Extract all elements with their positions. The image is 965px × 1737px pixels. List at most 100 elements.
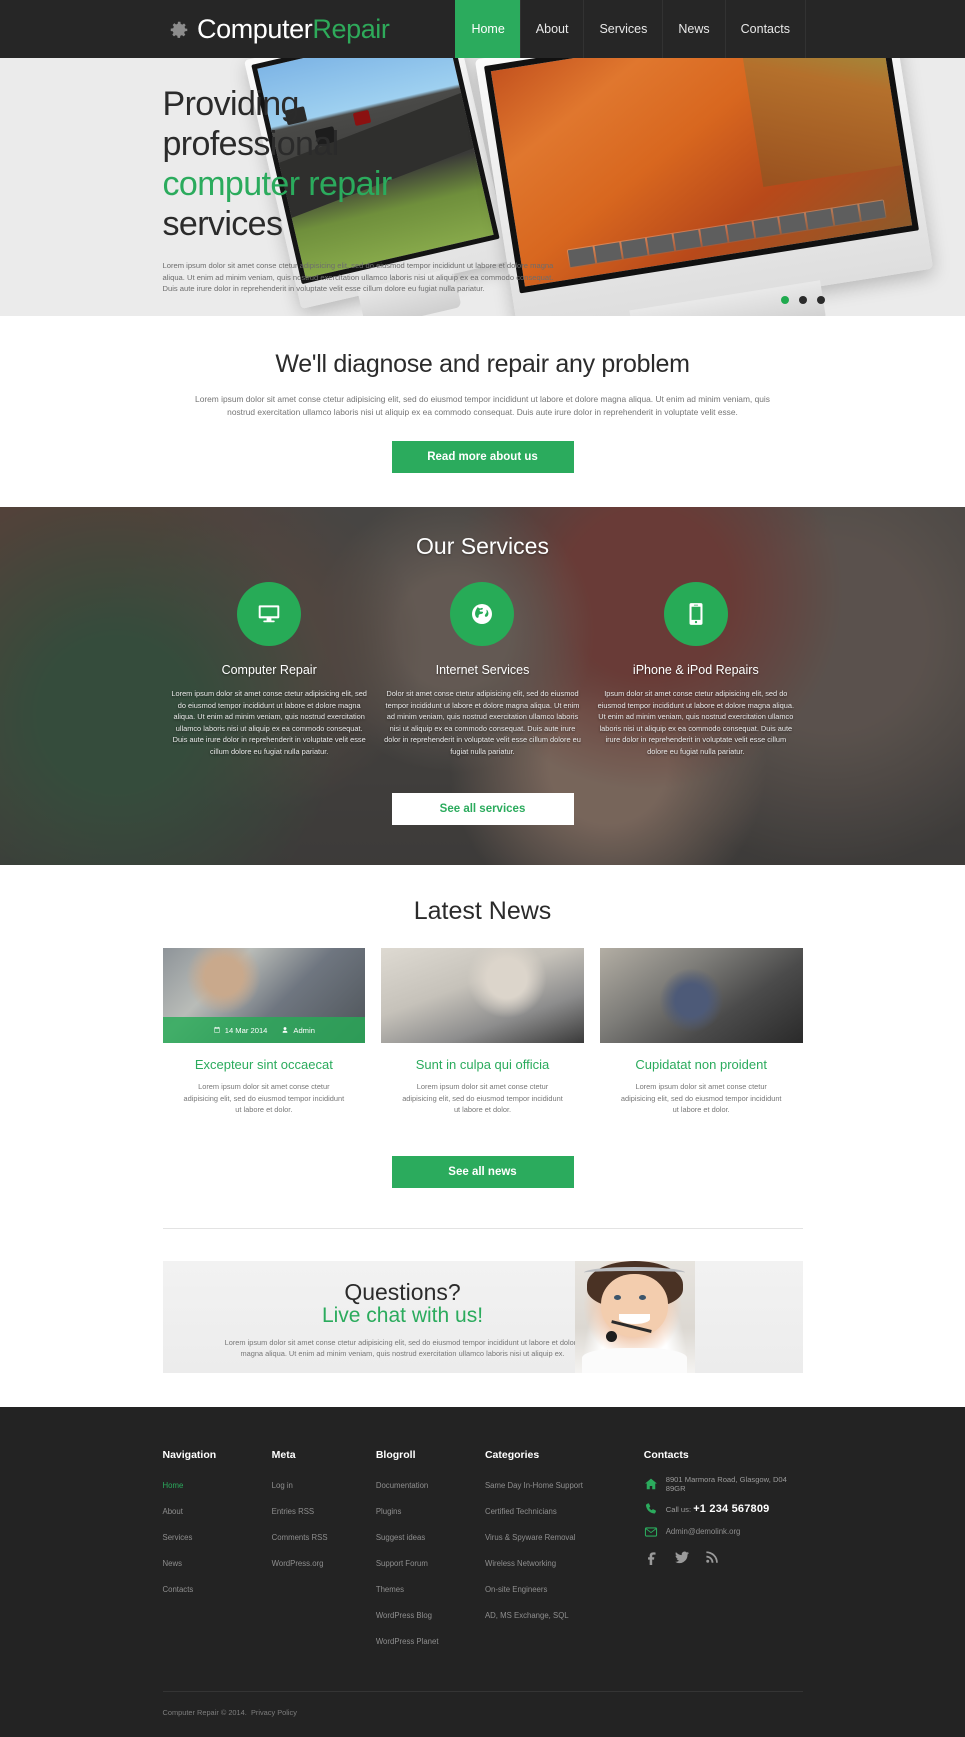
brand-word-2: Repair	[312, 13, 390, 44]
footer-link-wordpress-blog[interactable]: WordPress Blog	[376, 1611, 432, 1620]
user-icon	[283, 1027, 288, 1033]
slider-dot-3[interactable]	[817, 296, 825, 304]
read-more-about-us-button[interactable]: Read more about us	[391, 441, 574, 473]
service-text: Dolor sit amet conse ctetur adipisicing …	[384, 689, 581, 756]
nav-item-about[interactable]: About	[519, 0, 584, 58]
footer-heading: Categories	[484, 1448, 540, 1461]
news-excerpt: Lorem ipsum dolor sit amet conse ctetur …	[620, 1082, 782, 1114]
address-text: 8901 Marmora Road, Glasgow, D04 89GR	[665, 1474, 787, 1493]
footer-link-wordpress-org[interactable]: WordPress.org	[272, 1559, 324, 1568]
footer-link-virus-removal[interactable]: Virus & Spyware Removal	[485, 1533, 575, 1542]
news-date: 14 Mar 2014	[213, 1025, 268, 1035]
news-headline[interactable]: Excepteur sint occaecat	[163, 1057, 366, 1072]
questions-title: Questions?	[344, 1278, 461, 1305]
news-card[interactable]: Cupidatat non proident Lorem ipsum dolor…	[599, 948, 803, 1116]
facebook-icon[interactable]	[644, 1549, 660, 1565]
nav-item-contacts[interactable]: Contacts	[724, 0, 806, 58]
live-chat-banner[interactable]: Questions? Live chat with us! Lorem ipsu…	[162, 1260, 803, 1373]
footer-heading: Meta	[271, 1448, 296, 1461]
nav-item-news[interactable]: News	[662, 0, 724, 58]
see-all-news-button[interactable]: See all news	[391, 1155, 574, 1188]
footer-column-blogroll: Blogroll Documentation Plugins Suggest i…	[376, 1449, 485, 1657]
news-meta-bar: 14 Mar 2014 Admin	[162, 1017, 366, 1043]
service-card-computer-repair[interactable]: Computer Repair Lorem ipsum dolor sit am…	[163, 582, 376, 757]
news-headline[interactable]: Sunt in culpa qui officia	[381, 1057, 584, 1072]
news-thumbnail[interactable]	[599, 948, 803, 1043]
call-us-label: Call us:	[665, 1504, 692, 1514]
news-excerpt: Lorem ipsum dolor sit amet conse ctetur …	[402, 1082, 563, 1114]
brand-word-1: Computer	[197, 13, 313, 44]
hero-line-3: computer repair	[162, 165, 393, 203]
support-agent-photo	[574, 1260, 695, 1373]
footer-link-certified-technicians[interactable]: Certified Technicians	[485, 1507, 557, 1516]
footer-link-documentation[interactable]: Documentation	[376, 1481, 428, 1490]
contact-email: Admin@demolink.org	[644, 1525, 803, 1539]
service-card-iphone-ipod-repairs[interactable]: iPhone & iPod Repairs Ipsum dolor sit am…	[589, 582, 802, 757]
hero-slider: Providing professional computer repair s…	[0, 58, 965, 316]
news-date-text: 14 Mar 2014	[224, 1025, 268, 1035]
slider-dots[interactable]	[781, 296, 825, 304]
gear-icon	[168, 17, 190, 41]
hero-paragraph: Lorem ipsum dolor sit amet conse ctetur …	[162, 261, 554, 293]
footer-link-support-forum[interactable]: Support Forum	[376, 1559, 428, 1568]
service-text: Lorem ipsum dolor sit amet conse ctetur …	[171, 689, 367, 756]
footer-link-contacts[interactable]: Contacts	[163, 1585, 194, 1594]
copyright-text: Computer Repair © 2014.	[162, 1707, 247, 1717]
footer-link-onsite-engineers[interactable]: On-site Engineers	[485, 1585, 547, 1594]
footer-heading: Contacts	[643, 1448, 689, 1461]
footer-bottom-bar: Computer Repair © 2014. Privacy Policy	[162, 1690, 803, 1737]
brand-logo[interactable]: ComputerRepair	[168, 0, 390, 58]
see-all-services-button[interactable]: See all services	[391, 793, 574, 825]
footer-column-navigation: Navigation Home About Services News Cont…	[163, 1449, 272, 1657]
privacy-policy-link[interactable]: Privacy Policy	[251, 1708, 297, 1717]
news-excerpt: Lorem ipsum dolor sit amet conse ctetur …	[183, 1082, 345, 1114]
service-card-internet-services[interactable]: Internet Services Dolor sit amet conse c…	[376, 582, 589, 757]
footer-link-list: Home About Services News Contacts	[163, 1475, 272, 1597]
footer-link-comments-rss[interactable]: Comments RSS	[272, 1533, 328, 1542]
news-thumbnail[interactable]	[381, 948, 584, 1043]
live-chat-paragraph: Lorem ipsum dolor sit amet conse ctetur …	[224, 1337, 581, 1359]
social-links[interactable]	[644, 1549, 803, 1565]
phone-number[interactable]: +1 234 567809	[693, 1503, 769, 1515]
footer-link-login[interactable]: Log in	[272, 1481, 293, 1490]
monitor-icon	[237, 582, 302, 646]
contact-phone: Call us: +1 234 567809	[644, 1502, 803, 1516]
twitter-icon[interactable]	[674, 1549, 690, 1565]
phone-icon	[644, 1502, 658, 1516]
news-headline[interactable]: Cupidatat non proident	[600, 1057, 803, 1072]
news-list: 14 Mar 2014 Admin Excepteur sint occaeca…	[162, 948, 803, 1116]
email-link[interactable]: Admin@demolink.org	[666, 1527, 741, 1536]
news-thumbnail[interactable]: 14 Mar 2014 Admin	[162, 948, 366, 1043]
news-card[interactable]: 14 Mar 2014 Admin Excepteur sint occaeca…	[162, 948, 366, 1116]
footer-link-list: Log in Entries RSS Comments RSS WordPres…	[272, 1475, 376, 1571]
slider-dot-1[interactable]	[781, 296, 789, 304]
services-list: Computer Repair Lorem ipsum dolor sit am…	[163, 582, 803, 757]
footer-link-themes[interactable]: Themes	[376, 1585, 404, 1594]
rss-icon[interactable]	[704, 1549, 720, 1565]
footer-link-plugins[interactable]: Plugins	[376, 1507, 402, 1516]
contact-address: 8901 Marmora Road, Glasgow, D04 89GR	[644, 1475, 803, 1493]
footer-link-ad-ms-exchange-sql[interactable]: AD, MS Exchange, SQL	[485, 1611, 569, 1620]
footer-link-services[interactable]: Services	[163, 1533, 193, 1542]
nav-item-home[interactable]: Home	[455, 0, 520, 58]
globe-icon	[450, 582, 515, 646]
footer-link-home[interactable]: Home	[163, 1481, 184, 1490]
footer-link-news[interactable]: News	[163, 1559, 183, 1568]
footer-link-entries-rss[interactable]: Entries RSS	[272, 1507, 314, 1516]
footer-link-wordpress-planet[interactable]: WordPress Planet	[376, 1637, 439, 1646]
slider-dot-2[interactable]	[799, 296, 807, 304]
footer-link-wireless-networking[interactable]: Wireless Networking	[485, 1559, 556, 1568]
footer-link-about[interactable]: About	[163, 1507, 183, 1516]
envelope-icon	[644, 1525, 658, 1539]
footer-link-same-day-support[interactable]: Same Day In-Home Support	[485, 1481, 583, 1490]
footer-heading: Blogroll	[375, 1448, 416, 1461]
news-card[interactable]: Sunt in culpa qui officia Lorem ipsum do…	[381, 948, 584, 1116]
site-header: ComputerRepair Home About Services News …	[0, 0, 965, 58]
live-chat-section: Questions? Live chat with us! Lorem ipsu…	[0, 1228, 965, 1407]
nav-item-services[interactable]: Services	[583, 0, 662, 58]
home-icon	[644, 1477, 658, 1491]
footer-link-suggest-ideas[interactable]: Suggest ideas	[376, 1533, 425, 1542]
services-title: Our Services	[416, 533, 549, 559]
main-navigation[interactable]: Home About Services News Contacts	[455, 0, 806, 58]
latest-news-section: Latest News 14 Mar 2014 Admin Excepteur …	[0, 865, 965, 1229]
